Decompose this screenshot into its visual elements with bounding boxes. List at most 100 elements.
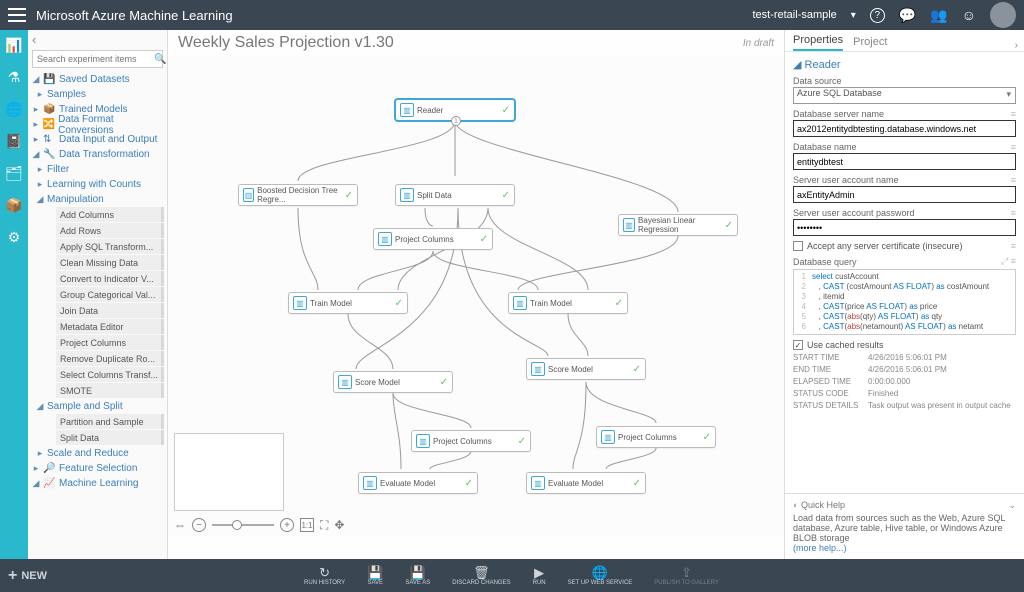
- people-icon[interactable]: 👥: [930, 7, 947, 24]
- save-button[interactable]: 💾SAVE: [367, 565, 383, 586]
- label-server: Database server name: [793, 109, 884, 119]
- save-as-button[interactable]: 💾SAVE AS: [405, 565, 430, 586]
- avatar[interactable]: [990, 2, 1016, 28]
- menu-icon[interactable]: [8, 8, 26, 22]
- rail-datasets-icon[interactable]: 🗂: [5, 164, 23, 182]
- run-history-button[interactable]: ↻RUN HISTORY: [304, 565, 345, 586]
- module-blr[interactable]: ▥Bayesian Linear Regression✓: [618, 214, 738, 236]
- search-box[interactable]: 🔍: [32, 50, 163, 68]
- query-editor[interactable]: 1select custAccount 2 , CAST (costAmount…: [793, 269, 1016, 335]
- module-palette: ‹ 🔍 ◢💾Saved Datasets ▸Samples ▸📦Trained …: [28, 30, 168, 559]
- module-train-2[interactable]: ▥Train Model✓: [508, 292, 628, 314]
- chat-icon[interactable]: 💬: [899, 7, 916, 24]
- workspace-name[interactable]: test-retail-sample: [752, 9, 836, 21]
- pan-icon[interactable]: ⇔: [174, 518, 186, 532]
- leaf-metadata-editor[interactable]: Metadata Editor: [56, 319, 164, 334]
- rail-notebook-icon[interactable]: 📓: [5, 132, 23, 150]
- smiley-icon[interactable]: ☺: [962, 7, 976, 23]
- zoom-actual-button[interactable]: 1:1: [300, 518, 314, 532]
- zoom-fit-icon[interactable]: ⛶: [320, 518, 328, 533]
- module-score-1[interactable]: ▥Score Model✓: [333, 371, 453, 393]
- rail-cube-icon[interactable]: 📦: [5, 196, 23, 214]
- minimap[interactable]: [174, 433, 284, 511]
- leaf-select-columns-transf[interactable]: Select Columns Transf...: [56, 367, 164, 382]
- module-split[interactable]: ▥Split Data✓: [395, 184, 515, 206]
- publish-gallery-button[interactable]: ⇪PUBLISH TO GALLERY: [654, 565, 719, 586]
- leaf-smote[interactable]: SMOTE: [56, 383, 164, 398]
- new-button[interactable]: +NEW: [8, 567, 47, 585]
- tree-saved-datasets[interactable]: ◢💾Saved Datasets: [28, 72, 167, 87]
- tree-data-io[interactable]: ▸⇅Data Input and Output: [28, 132, 167, 147]
- search-input[interactable]: [37, 54, 154, 64]
- panel-collapse-icon[interactable]: ›: [1015, 40, 1018, 51]
- module-score-2[interactable]: ▥Score Model✓: [526, 358, 646, 380]
- leaf-project-columns[interactable]: Project Columns: [56, 335, 164, 350]
- quick-help-more[interactable]: (more help...): [793, 543, 1016, 553]
- properties-panel: Properties Project › ◢ Reader Data sourc…: [784, 30, 1024, 559]
- input-db[interactable]: [793, 153, 1016, 170]
- zoom-out-button[interactable]: −: [192, 518, 206, 532]
- tree-samples[interactable]: ▸Samples: [28, 87, 167, 102]
- leaf-add-rows[interactable]: Add Rows: [56, 223, 164, 238]
- tree-scale-reduce[interactable]: ▸Scale and Reduce: [28, 446, 167, 461]
- tree-machine-learning[interactable]: ◢📈Machine Learning: [28, 476, 167, 491]
- leaf-remove-duplicate[interactable]: Remove Duplicate Ro...: [56, 351, 164, 366]
- rail-settings-icon[interactable]: ⚙: [5, 228, 23, 246]
- label-query: Database query: [793, 257, 857, 267]
- module-projcol-1[interactable]: ▥Project Columns✓: [373, 228, 493, 250]
- tree-data-transformation[interactable]: ◢🔧Data Transformation: [28, 147, 167, 162]
- tree-learning-counts[interactable]: ▸Learning with Counts: [28, 177, 167, 192]
- tree-data-format[interactable]: ▸🔀Data Format Conversions: [28, 117, 167, 132]
- experiment-canvas-area: Weekly Sales Projection v1.30 In draft: [168, 30, 784, 559]
- tab-project[interactable]: Project: [853, 36, 887, 51]
- section-title: Reader: [805, 59, 841, 71]
- leaf-join-data[interactable]: Join Data: [56, 303, 164, 318]
- module-projcol-3[interactable]: ▥Project Columns✓: [596, 426, 716, 448]
- module-bdt[interactable]: ▥Boosted Decision Tree Regre...✓: [238, 184, 358, 206]
- check-cert[interactable]: Accept any server certificate (insecure)…: [793, 241, 1016, 251]
- label-user: Server user account name: [793, 175, 899, 185]
- bottom-bar: +NEW ↻RUN HISTORY 💾SAVE 💾SAVE AS 🗑DISCAR…: [0, 559, 1024, 592]
- tree-feature-selection[interactable]: ▸🔎Feature Selection: [28, 461, 167, 476]
- check-cache[interactable]: ✓Use cached results: [793, 340, 1016, 350]
- setup-web-service-button[interactable]: 🌐SET UP WEB SERVICE: [568, 565, 633, 586]
- leaf-group-categorical[interactable]: Group Categorical Val...: [56, 287, 164, 302]
- top-bar: Microsoft Azure Machine Learning test-re…: [0, 0, 1024, 30]
- help-icon[interactable]: ?: [870, 8, 885, 23]
- module-projcol-2[interactable]: ▥Project Columns✓: [411, 430, 531, 452]
- module-eval-2[interactable]: ▥Evaluate Model✓: [526, 472, 646, 494]
- tree-manipulation[interactable]: ◢Manipulation: [28, 192, 167, 207]
- experiment-title[interactable]: Weekly Sales Projection v1.30: [178, 34, 394, 52]
- leaf-clean-missing[interactable]: Clean Missing Data: [56, 255, 164, 270]
- leaf-partition-sample[interactable]: Partition and Sample: [56, 414, 164, 429]
- label-data-source: Data source: [793, 76, 842, 86]
- canvas[interactable]: ▥Reader✓ 1 ▥Boosted Decision Tree Regre.…: [168, 56, 784, 537]
- rail-experiments-icon[interactable]: 📊: [5, 36, 23, 54]
- rail-globe-icon[interactable]: 🌐: [5, 100, 23, 118]
- zoom-slider[interactable]: [212, 524, 274, 526]
- input-pass[interactable]: [793, 219, 1016, 236]
- quick-help-text: Load data from sources such as the Web, …: [793, 513, 1016, 543]
- module-eval-1[interactable]: ▥Evaluate Model✓: [358, 472, 478, 494]
- leaf-convert-indicator[interactable]: Convert to Indicator V...: [56, 271, 164, 286]
- tree-filter[interactable]: ▸Filter: [28, 162, 167, 177]
- leaf-add-columns[interactable]: Add Columns: [56, 207, 164, 222]
- rail-flask-icon[interactable]: ⚗: [5, 68, 23, 86]
- run-button[interactable]: ▶RUN: [533, 565, 546, 586]
- leaf-apply-sql[interactable]: Apply SQL Transform...: [56, 239, 164, 254]
- quick-help: ◐ Quick Help⌄ Load data from sources suc…: [785, 493, 1024, 559]
- input-user[interactable]: [793, 186, 1016, 203]
- reader-output-port[interactable]: 1: [451, 116, 461, 126]
- left-rail: 📊 ⚗ 🌐 📓 🗂 📦 ⚙: [0, 30, 28, 592]
- discard-button[interactable]: 🗑DISCARD CHANGES: [452, 565, 510, 586]
- zoom-move-icon[interactable]: ✥: [334, 518, 344, 532]
- zoom-in-button[interactable]: +: [280, 518, 294, 532]
- module-train-1[interactable]: ▥Train Model✓: [288, 292, 408, 314]
- tree-sample-split[interactable]: ◢Sample and Split: [28, 399, 167, 414]
- tab-properties[interactable]: Properties: [793, 34, 843, 51]
- input-server[interactable]: [793, 120, 1016, 137]
- collapse-sidebar[interactable]: ‹: [28, 30, 167, 48]
- search-icon: 🔍: [154, 54, 166, 65]
- leaf-split-data[interactable]: Split Data: [56, 430, 164, 445]
- select-data-source[interactable]: Azure SQL Database: [793, 87, 1016, 104]
